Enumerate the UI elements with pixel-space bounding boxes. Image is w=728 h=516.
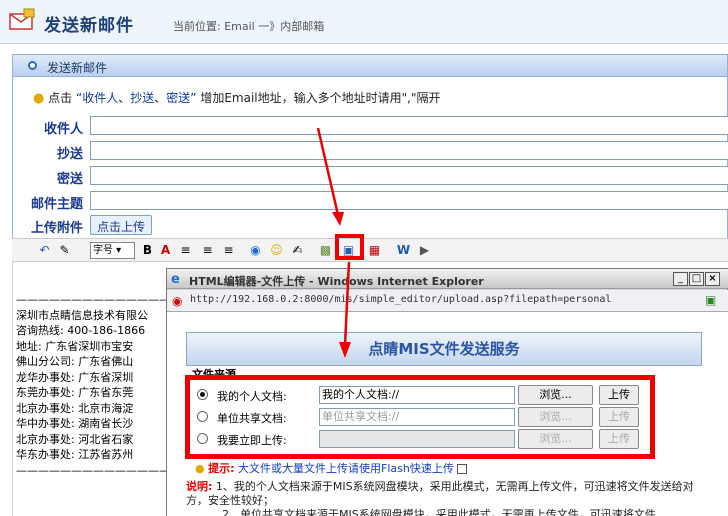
address-hint: ● 点击 “收件人、抄送、密送” 增加Email地址，输入多个地址时请用","隔… xyxy=(33,91,441,106)
flash-upload-link[interactable]: 大文件或大量文件上传请使用Flash快速上传 xyxy=(238,462,454,475)
popup-titlebar: e HTML编辑器-文件上传 - Windows Internet Explor… xyxy=(167,269,728,289)
bold-icon[interactable]: B xyxy=(139,242,156,259)
subject-row: 邮件主题 xyxy=(13,191,728,212)
editor-line: 华东办事处: 江苏省苏州 xyxy=(16,448,134,461)
word-paste-icon[interactable]: W xyxy=(395,242,412,259)
editor-line: 咨询热线: 400-186-1866 xyxy=(16,324,146,337)
page-icon: ◉ xyxy=(172,294,183,308)
attach-label: 上传附件 xyxy=(30,221,83,236)
ordered-list-icon[interactable]: ≡ xyxy=(199,242,216,259)
editor-toolbar: ↶ ✎ 字号 ▾ B A ≡ ≡ ≡ ◉ ☺ ✍ ▩ ▣ ▦ W ▶ xyxy=(12,238,728,262)
highlight-box xyxy=(185,375,655,459)
align-icon[interactable]: ≡ xyxy=(177,242,194,259)
undo-icon[interactable]: ↶ xyxy=(36,242,53,259)
cc-row: 抄送 xyxy=(13,141,728,162)
to-input[interactable] xyxy=(90,116,728,135)
editor-content[interactable]: ——————————————————— 深圳市点睛信息技术有限公 咨询热线: 4… xyxy=(16,292,168,478)
text-color-icon[interactable]: A xyxy=(157,242,174,259)
attach-row: 上传附件 点击上传 xyxy=(13,215,728,236)
format-painter-icon[interactable]: ✎ xyxy=(56,242,73,259)
flash-upload-checkbox[interactable] xyxy=(457,464,468,474)
font-size-select[interactable]: 字号 ▾ xyxy=(90,242,135,259)
note-text: 1、我的个人文档来源于MIS系统网盘模块，采用此模式，无需再上传文件，可迅速将文… xyxy=(186,480,694,507)
insert-table-icon[interactable]: ▦ xyxy=(366,242,383,259)
ie-logo-icon: e xyxy=(171,272,180,287)
hint-link-cc[interactable]: 抄送 xyxy=(130,91,154,105)
cc-label[interactable]: 抄送 xyxy=(13,143,83,162)
editor-line: ——————————————————— xyxy=(16,293,168,306)
minimize-button[interactable]: _ xyxy=(673,272,688,286)
bcc-input[interactable] xyxy=(90,166,728,185)
upload-notes: 说明: 1、我的个人文档来源于MIS系统网盘模块，采用此模式，无需再上传文件，可… xyxy=(186,480,702,516)
upload-tip: ● 提示: 大文件或大量文件上传请使用Flash快速上传 xyxy=(195,460,468,476)
insert-image-icon[interactable]: ▩ xyxy=(317,242,334,259)
editor-line: ——————————————————— xyxy=(16,463,168,477)
editor-line: 华中办事处: 湖南省长沙 xyxy=(16,417,134,430)
close-button[interactable]: × xyxy=(705,272,720,286)
hint-text: 点击 xyxy=(48,91,73,105)
link-icon[interactable]: ◉ xyxy=(247,242,264,259)
bcc-row: 密送 xyxy=(13,166,728,187)
lightbulb-icon: ● xyxy=(195,462,205,475)
subject-label: 邮件主题 xyxy=(30,197,83,212)
upload-service-banner: 点睛MIS文件发送服务 xyxy=(186,332,702,366)
maximize-button[interactable]: □ xyxy=(689,272,704,286)
panel-titlebar: 发送新邮件 xyxy=(13,55,727,77)
editor-line: 东莞办事处: 广东省东莞 xyxy=(16,386,134,399)
indent-icon[interactable]: ≡ xyxy=(220,242,237,259)
mail-compose-icon xyxy=(9,8,35,30)
refresh-icon[interactable]: ▣ xyxy=(705,293,716,307)
upload-attachment-button[interactable]: 点击上传 xyxy=(90,215,153,235)
note-text: 2、单位共享文档来源于MIS系统网盘模块，采用此模式，无需再上传文件，可迅速将文… xyxy=(222,508,656,516)
address-url[interactable]: http://192.168.0.2:8000/mis/simple_edito… xyxy=(190,294,611,305)
page-title: 发送新邮件 xyxy=(44,16,134,36)
subject-input[interactable] xyxy=(90,191,728,210)
editor-line: 地址: 广东省深圳市宝安 xyxy=(16,339,134,353)
bcc-label[interactable]: 密送 xyxy=(13,168,83,187)
editor-line: 北京办事处: 北京市海淀 xyxy=(16,401,134,415)
editor-line: 佛山分公司: 广东省佛山 xyxy=(16,355,134,368)
font-size-value: 字号 xyxy=(93,245,113,256)
media-icon[interactable]: ▶ xyxy=(416,242,433,259)
breadcrumb: 当前位置: Email 一》内部邮箱 xyxy=(173,20,325,33)
to-label[interactable]: 收件人 xyxy=(13,118,83,137)
hint-text-2: 增加Email地址，输入多个地址时请用","隔开 xyxy=(200,91,441,105)
note-label: 说明: xyxy=(186,480,213,493)
page-header: 发送新邮件 当前位置: Email 一》内部邮箱 xyxy=(0,0,728,44)
editor-line: 北京办事处: 河北省石家 xyxy=(16,432,134,446)
edit-icon[interactable]: ✍ xyxy=(289,242,306,259)
editor-line: 深圳市点睛信息技术有限公 xyxy=(16,308,148,322)
cc-input[interactable] xyxy=(90,141,728,160)
panel-title: 发送新邮件 xyxy=(47,61,108,75)
tip-label: 提示: xyxy=(208,462,235,475)
hint-link-bcc[interactable]: 密送” xyxy=(166,91,196,105)
emoticon-icon[interactable]: ☺ xyxy=(268,242,285,259)
bullet-icon xyxy=(28,61,37,70)
editor-line: 龙华办事处: 广东省深圳 xyxy=(16,370,134,384)
popup-title: HTML编辑器-文件上传 - Windows Internet Explorer xyxy=(189,275,484,288)
hint-link-to[interactable]: “收件人 xyxy=(76,91,118,105)
highlight-box xyxy=(335,234,364,260)
lightbulb-icon: ● xyxy=(33,91,45,106)
to-row: 收件人 xyxy=(13,116,728,137)
